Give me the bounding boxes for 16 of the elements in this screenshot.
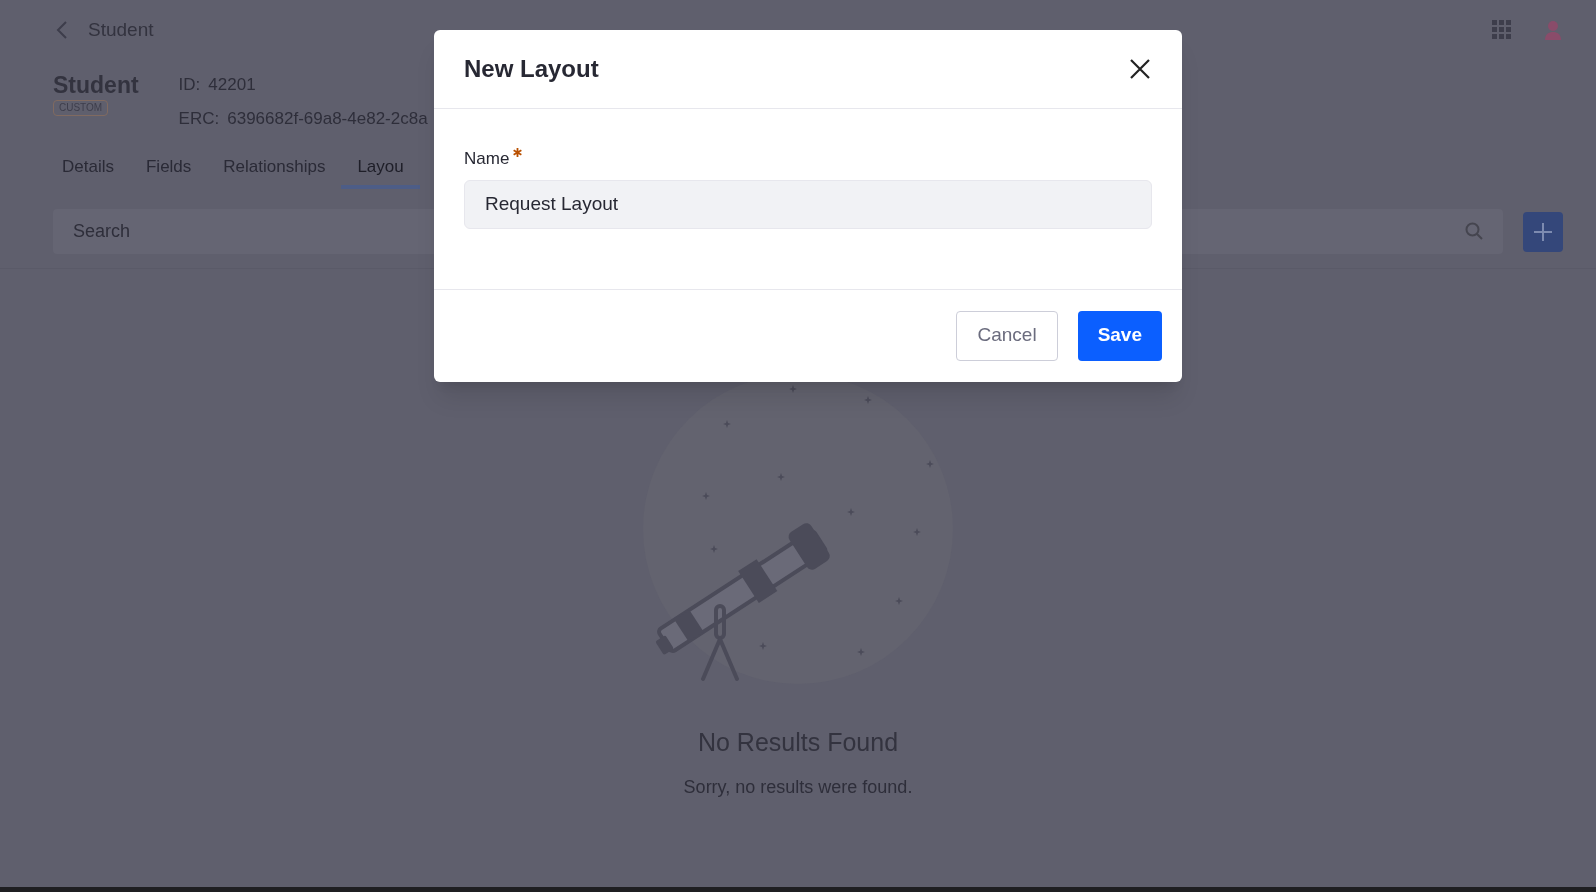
cancel-button[interactable]: Cancel — [956, 310, 1058, 361]
close-icon — [1130, 59, 1150, 79]
name-input[interactable]: Request Layout — [464, 179, 1152, 229]
close-button[interactable] — [1128, 57, 1152, 81]
user-avatar-icon[interactable] — [1544, 20, 1562, 40]
tab[interactable]: Relationships — [207, 149, 342, 189]
save-button[interactable]: Save — [1077, 310, 1162, 361]
search-icon[interactable] — [1465, 222, 1483, 240]
dialog-title: New Layout — [464, 54, 599, 84]
back-chevron-icon[interactable] — [56, 21, 68, 39]
name-label: Name — [464, 148, 510, 170]
tab[interactable]: Details — [46, 149, 130, 189]
plus-icon — [1533, 221, 1553, 242]
add-button[interactable] — [1523, 211, 1563, 252]
tab[interactable]: Layou — [341, 149, 420, 189]
apps-grid-icon[interactable] — [1492, 20, 1512, 40]
